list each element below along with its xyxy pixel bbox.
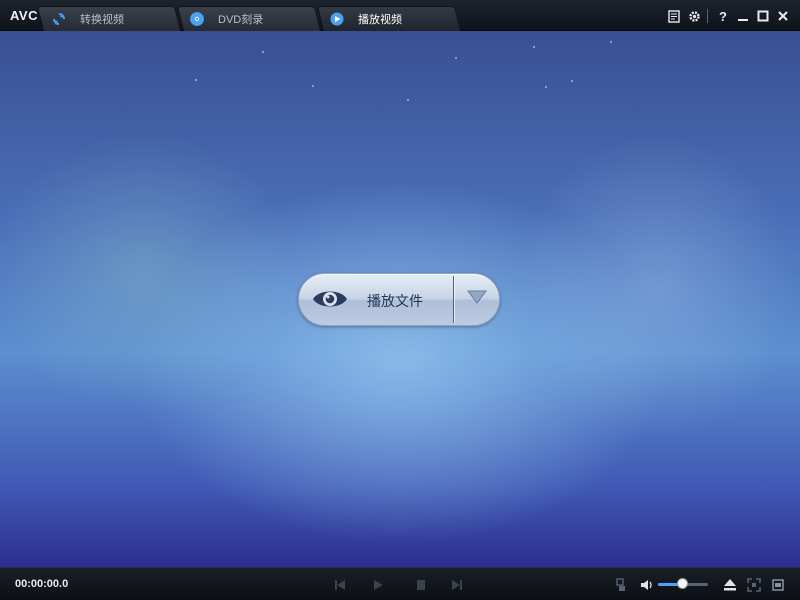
video-display-area[interactable]: 播放文件 <box>0 31 800 567</box>
snapshot-icon[interactable] <box>613 577 629 593</box>
stop-icon[interactable] <box>413 577 429 593</box>
volume-slider-handle[interactable] <box>677 578 688 589</box>
film-icon[interactable] <box>770 577 786 593</box>
app-logo: AVC <box>10 8 38 23</box>
controls-separator <box>707 9 708 23</box>
play-icon[interactable] <box>370 577 386 593</box>
background-star <box>545 86 547 88</box>
play-file-button[interactable]: 播放文件 <box>299 274 454 325</box>
gear-icon[interactable] <box>685 7 703 25</box>
background-star <box>571 80 573 82</box>
next-icon[interactable] <box>449 577 465 593</box>
eject-icon[interactable] <box>722 577 738 593</box>
background-star <box>262 51 264 53</box>
triangle-down-icon <box>467 290 487 309</box>
background-star <box>312 85 314 87</box>
play-button-divider <box>453 276 454 323</box>
tab-dvd-label: DVD刻录 <box>218 13 264 26</box>
minimize-icon[interactable] <box>734 7 752 25</box>
background-star <box>455 57 457 59</box>
tab-convert[interactable]: 转换视频 <box>52 6 178 31</box>
volume-icon[interactable] <box>640 577 656 593</box>
tab-play-label: 播放视频 <box>358 13 402 26</box>
tab-dvd[interactable]: DVD刻录 <box>190 6 316 31</box>
play-file-dropdown-button[interactable] <box>455 274 499 325</box>
help-icon[interactable]: ? <box>714 7 732 25</box>
disc-icon <box>190 11 204 26</box>
background-star <box>407 99 409 101</box>
tab-convert-label: 转换视频 <box>80 13 124 26</box>
tab-play[interactable]: 播放视频 <box>330 6 456 31</box>
close-icon[interactable] <box>774 7 792 25</box>
title-bar: AVC 转换视频 DVD刻录 播放视频 ? <box>0 0 800 31</box>
background-star <box>195 79 197 81</box>
convert-icon <box>52 12 66 26</box>
maximize-icon[interactable] <box>754 7 772 25</box>
log-icon[interactable] <box>665 7 683 25</box>
background-star <box>533 46 535 48</box>
play-file-button-group: 播放文件 <box>298 273 500 326</box>
background-star <box>610 41 612 43</box>
play-file-label: 播放文件 <box>367 293 423 309</box>
play-circle-icon <box>330 12 344 26</box>
fullscreen-icon[interactable] <box>746 577 762 593</box>
previous-icon[interactable] <box>332 577 348 593</box>
eye-icon <box>312 286 348 317</box>
player-control-bar: 00:00:00.0 <box>0 567 800 600</box>
window-controls: ? <box>663 7 792 25</box>
playback-time: 00:00:00.0 <box>15 578 69 590</box>
